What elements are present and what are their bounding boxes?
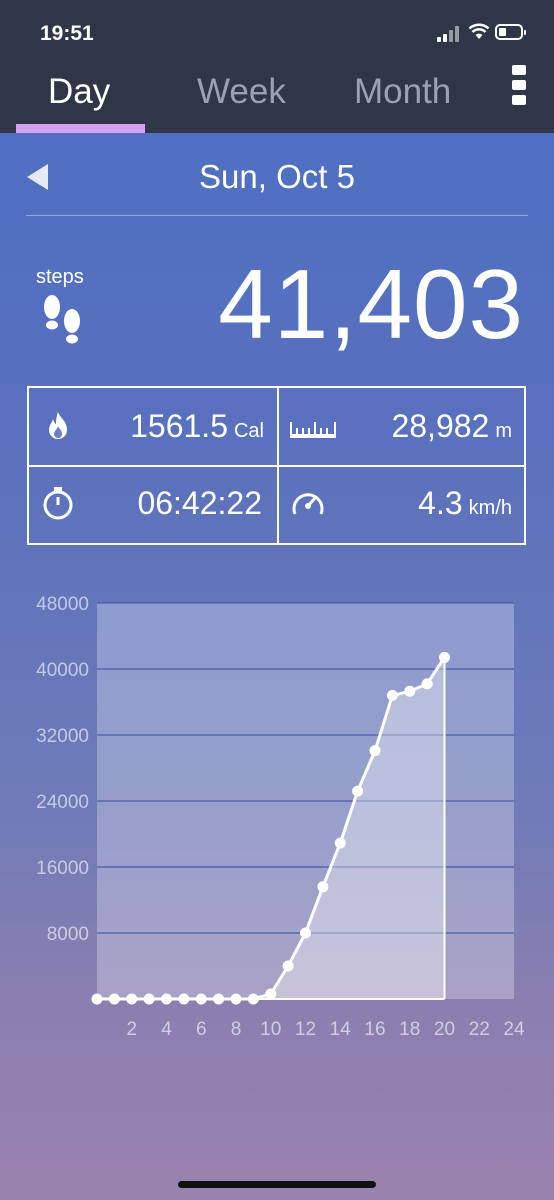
data-point — [404, 685, 416, 697]
duration-value: 06:42:22 — [137, 485, 262, 521]
status-time: 19:51 — [40, 22, 94, 45]
x-tick-label: 20 — [434, 1019, 455, 1040]
calories-value: 1561.5 — [130, 408, 228, 444]
data-point — [108, 993, 120, 1005]
data-point — [265, 988, 277, 1000]
steps-label: steps — [36, 266, 84, 288]
tab-day[interactable]: Day — [48, 72, 110, 112]
flame-icon — [49, 412, 67, 439]
x-tick-label: 24 — [503, 1019, 525, 1040]
data-point — [352, 785, 364, 797]
tab-week[interactable]: Week — [197, 72, 286, 112]
speed-unit: km/h — [468, 497, 512, 519]
distance-value: 28,982 — [391, 408, 490, 444]
more-menu-icon[interactable] — [512, 65, 526, 105]
y-tick-label: 32000 — [36, 726, 89, 747]
distance-stat: 28,982 m — [391, 408, 512, 445]
data-point — [195, 993, 207, 1005]
tab-month[interactable]: Month — [354, 72, 451, 112]
y-tick-label: 48000 — [36, 594, 89, 615]
data-point — [439, 651, 450, 663]
x-tick-label: 8 — [231, 1019, 242, 1040]
top-bar: 19:51 Day Week Month — [0, 0, 554, 133]
cellular-signal-icon — [437, 24, 463, 42]
ruler-icon — [290, 422, 336, 438]
data-point — [282, 960, 294, 972]
data-point — [300, 927, 311, 939]
speed-value: 4.3 — [418, 485, 463, 521]
x-tick-label: 22 — [469, 1019, 490, 1040]
x-tick-label: 2 — [126, 1019, 137, 1040]
data-point — [143, 993, 155, 1005]
calories-unit: Cal — [233, 420, 264, 442]
x-tick-label: 18 — [399, 1019, 420, 1040]
data-point — [213, 993, 225, 1005]
speed-stat: 4.3 km/h — [418, 485, 512, 522]
data-point — [334, 837, 346, 849]
steps-count: 41,403 — [218, 249, 524, 359]
active-tab-indicator — [16, 124, 145, 133]
steps-chart: 8000 16000 24000 32000 40000 48000 2 4 6 8 10 12 14 1… — [0, 590, 554, 1050]
footprints-icon — [44, 295, 80, 344]
data-point — [91, 993, 103, 1005]
data-point — [178, 993, 190, 1005]
calories-stat: 1561.5 Cal — [130, 408, 264, 445]
divider — [26, 215, 528, 216]
x-tick-label: 10 — [260, 1019, 281, 1040]
wifi-icon — [468, 23, 490, 39]
x-tick-label: 4 — [161, 1019, 172, 1040]
data-point — [126, 993, 138, 1005]
data-point — [247, 993, 259, 1005]
y-tick-label: 16000 — [36, 858, 89, 879]
x-tick-label: 16 — [364, 1019, 385, 1040]
stopwatch-icon — [43, 487, 73, 520]
y-tick-label: 8000 — [47, 924, 89, 945]
x-tick-label: 12 — [295, 1019, 316, 1040]
data-point — [161, 993, 172, 1005]
stats-grid: 1561.5 Cal 28,982 m 06:42:22 4.3 km/h — [27, 386, 526, 545]
data-point — [230, 993, 242, 1005]
y-tick-label: 24000 — [36, 792, 89, 813]
home-indicator[interactable] — [178, 1181, 376, 1188]
data-point — [317, 881, 329, 893]
battery-icon — [495, 24, 526, 40]
x-tick-label: 14 — [330, 1019, 352, 1040]
data-point — [369, 745, 381, 757]
distance-unit: m — [495, 420, 512, 442]
y-tick-label: 40000 — [36, 660, 89, 681]
steps-area-chart: 800016000240003200040000480002 4 6 8 10 12 14 1… — [36, 594, 525, 1040]
date-title: Sun, Oct 5 — [199, 158, 355, 195]
speedometer-icon — [292, 493, 324, 515]
data-point — [421, 678, 433, 690]
x-tick-label: 6 — [196, 1019, 207, 1040]
data-point — [386, 689, 398, 701]
